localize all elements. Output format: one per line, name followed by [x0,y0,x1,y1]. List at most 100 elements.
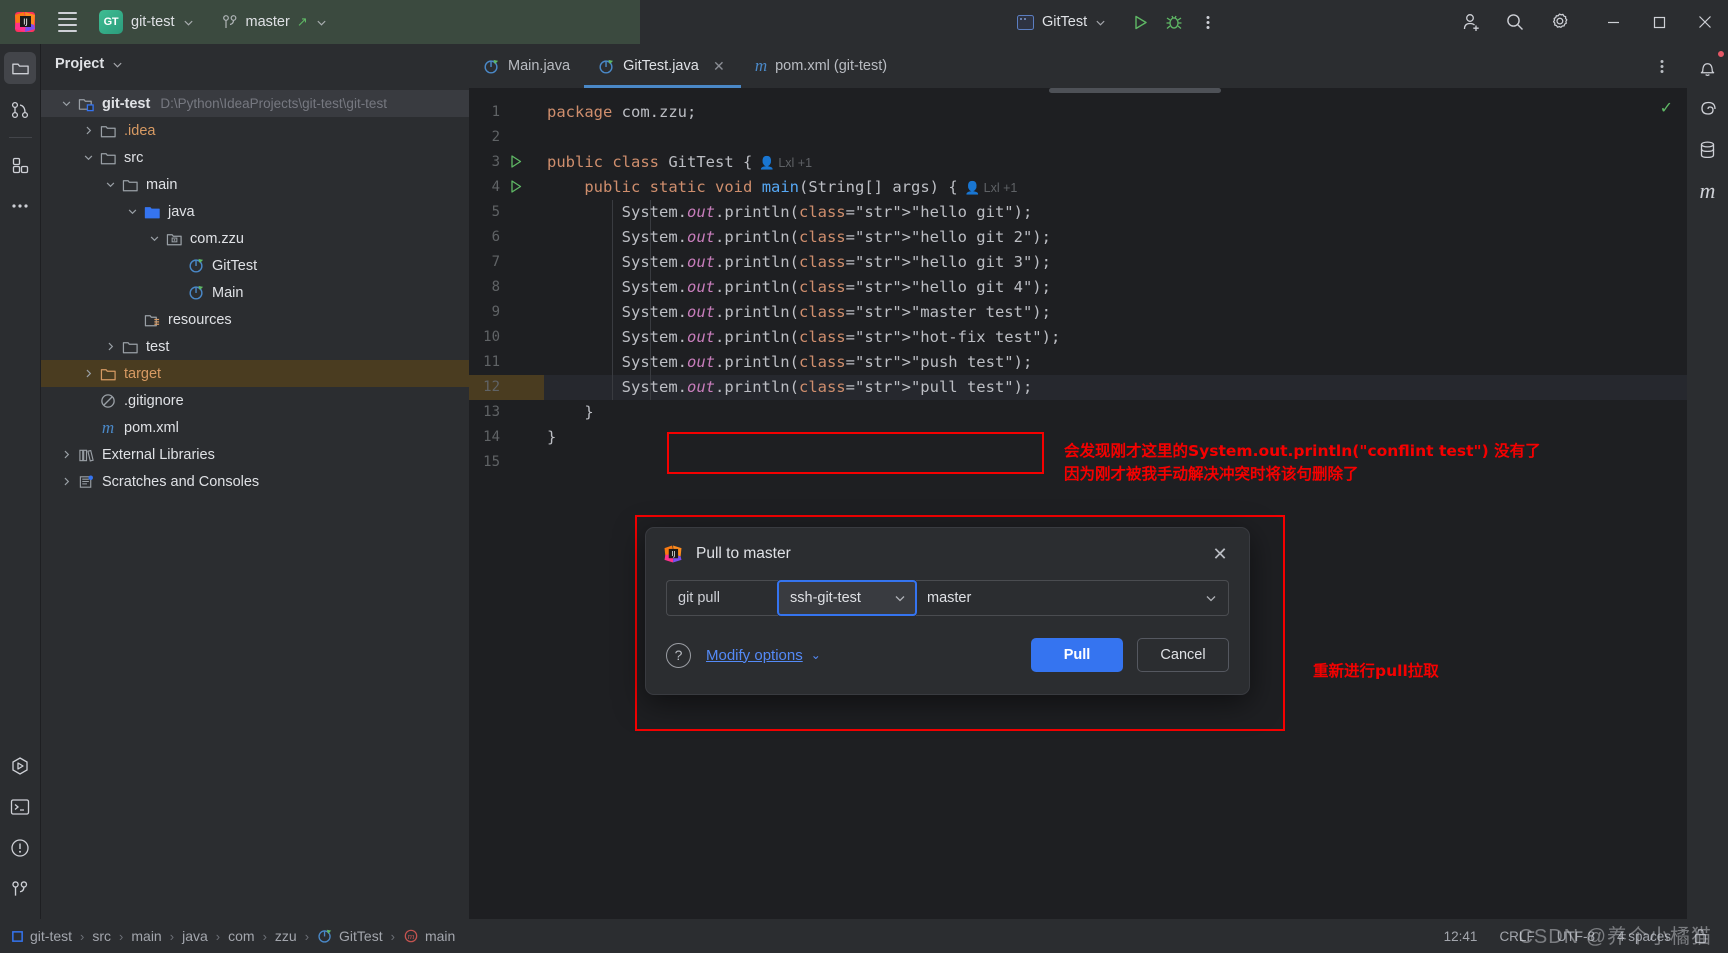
close-icon[interactable]: ✕ [1207,541,1233,567]
sidebar-item-project[interactable] [4,52,36,84]
close-button[interactable] [1682,0,1728,44]
debug-button[interactable] [1157,6,1191,38]
tree-node-external-libraries[interactable]: External Libraries [41,441,469,468]
breadcrumb-item[interactable]: zzu [275,928,297,944]
hamburger-icon[interactable] [54,9,80,35]
tree-node-pom-xml[interactable]: m pom.xml [41,414,469,441]
project-selector[interactable]: GT git-test [92,7,201,37]
tree-node-label: .idea [124,122,156,139]
code-line[interactable]: System.out.println(class="str">"hello gi… [547,275,1051,300]
breadcrumb-item[interactable]: git-test [11,928,72,944]
editor-tab-gittest-java[interactable]: GitTest.java ✕ [584,44,741,88]
code-line[interactable]: public class GitTest { 👤 Lxl +1 [547,150,812,175]
tree-node--gitignore[interactable]: .gitignore [41,387,469,414]
breadcrumb-item[interactable]: m main [403,928,455,944]
code-line[interactable]: public static void main(String[] args) {… [547,175,1017,200]
breadcrumb-item[interactable]: main [131,928,161,944]
tree-expander[interactable] [55,449,77,460]
gutter-run-icon[interactable] [509,179,523,198]
code-line[interactable]: } [547,425,556,450]
tree-node-gittest[interactable]: GitTest [41,252,469,279]
pull-button[interactable]: Pull [1031,638,1123,672]
chevron-down-icon[interactable] [112,59,123,70]
editor-tab-pom-xml[interactable]: m pom.xml (git-test) [741,44,901,88]
tree-node-com-zzu[interactable]: com.zzu [41,225,469,252]
tree-expander[interactable] [77,125,99,136]
settings-button[interactable] [1542,6,1576,38]
line-number: 15 [483,454,500,470]
tree-expander[interactable] [99,341,121,352]
editor-tab-main-java[interactable]: Main.java [469,44,584,88]
breadcrumb-item[interactable]: GitTest [317,928,383,944]
tree-expander[interactable] [121,206,143,217]
status-line-separator[interactable]: CRLF [1499,929,1534,944]
tree-expander[interactable] [77,368,99,379]
tree-node--idea[interactable]: .idea [41,117,469,144]
sidebar-item-maven[interactable]: m [1692,175,1724,207]
project-tool-window: Project git-test D:\Python\IdeaProjects\g… [41,44,469,919]
code-line[interactable]: System.out.println(class="str">"pull tes… [547,375,1033,400]
code-editor[interactable]: ✓ 1 2 3 4 5 6 7 8 9 10 11 12 13 14 15 package com.zzu;… [469,88,1687,919]
gutter-run-icon[interactable] [509,154,523,173]
branch-selector[interactable]: master ↗ [215,7,334,37]
tree-node-test[interactable]: test [41,333,469,360]
line-number-gutter[interactable]: 1 2 3 4 5 6 7 8 9 10 11 12 13 14 15 [469,88,544,919]
run-config-selector[interactable]: GitTest [1010,7,1113,37]
run-button[interactable] [1123,6,1157,38]
tree-node-resources[interactable]: resources [41,306,469,333]
code-line[interactable]: System.out.println(class="str">"push tes… [547,350,1033,375]
sidebar-item-git[interactable] [4,873,36,905]
remote-select[interactable]: ssh-git-test [777,580,917,616]
tree-expander[interactable] [143,233,165,244]
breadcrumb[interactable]: git-test › src › main › java › com › zzu › GitTest › m… [11,928,455,944]
editor-options-button[interactable] [1645,50,1679,82]
sidebar-item-structure[interactable] [4,149,36,181]
sidebar-item-database[interactable] [1692,134,1724,166]
tree-expander[interactable] [55,476,77,487]
tree-expander[interactable] [99,179,121,190]
tree-node-label: .gitignore [124,392,184,409]
code-line[interactable]: System.out.println(class="str">"master t… [547,300,1051,325]
code-line[interactable]: System.out.println(class="str">"hello gi… [547,250,1051,275]
tree-node-java[interactable]: java [41,198,469,225]
search-button[interactable] [1498,6,1532,38]
cancel-button[interactable]: Cancel [1137,638,1229,672]
tree-node-git-test[interactable]: git-test D:\Python\IdeaProjects\git-test\… [41,90,469,117]
sidebar-item-more-tools[interactable] [4,190,36,222]
status-indent[interactable]: 4 spaces [1617,929,1671,944]
breadcrumb-item[interactable]: java [182,928,208,944]
sidebar-item-terminal[interactable] [4,791,36,823]
sidebar-item-run[interactable] [4,750,36,782]
tree-node-main[interactable]: Main [41,279,469,306]
tree-node-src[interactable]: src [41,144,469,171]
sidebar-item-notifications[interactable] [1692,50,1725,84]
close-icon[interactable]: ✕ [711,58,727,75]
breadcrumb-item[interactable]: src [92,928,111,944]
sidebar-item-commit[interactable] [4,93,36,125]
minimize-button[interactable] [1590,0,1636,44]
code-line[interactable]: package com.zzu; [547,100,696,125]
status-encoding[interactable]: UTF-8 [1557,929,1595,944]
tree-node-main[interactable]: main [41,171,469,198]
more-run-options-button[interactable] [1191,6,1225,38]
code-line[interactable]: System.out.println(class="str">"hello gi… [547,225,1051,250]
lock-icon[interactable] [1693,928,1708,944]
project-tree[interactable]: git-test D:\Python\IdeaProjects\git-test\… [41,84,469,919]
modify-options-link[interactable]: Modify options [706,647,803,664]
tree-expander[interactable] [55,98,77,109]
sidebar-item-problems[interactable] [4,832,36,864]
maximize-button[interactable] [1636,0,1682,44]
tree-node-scratches-and-consoles[interactable]: Scratches and Consoles [41,468,469,495]
code-line[interactable]: System.out.println(class="str">"hot-fix … [547,325,1061,350]
chevron-down-icon[interactable]: ⌄ [811,648,821,662]
sidebar-item-ai-assistant[interactable] [1692,93,1724,125]
code-line[interactable]: System.out.println(class="str">"hello gi… [547,200,1033,225]
add-account-button[interactable] [1454,6,1488,38]
branch-select[interactable]: master [916,580,1229,616]
code-line[interactable]: } [547,400,593,425]
tree-node-target[interactable]: target [41,360,469,387]
code-text[interactable]: package com.zzu; public class GitTest { 👤… [544,88,1687,919]
breadcrumb-item[interactable]: com [228,928,254,944]
tree-expander[interactable] [77,152,99,163]
question-mark-icon[interactable]: ? [666,642,691,668]
